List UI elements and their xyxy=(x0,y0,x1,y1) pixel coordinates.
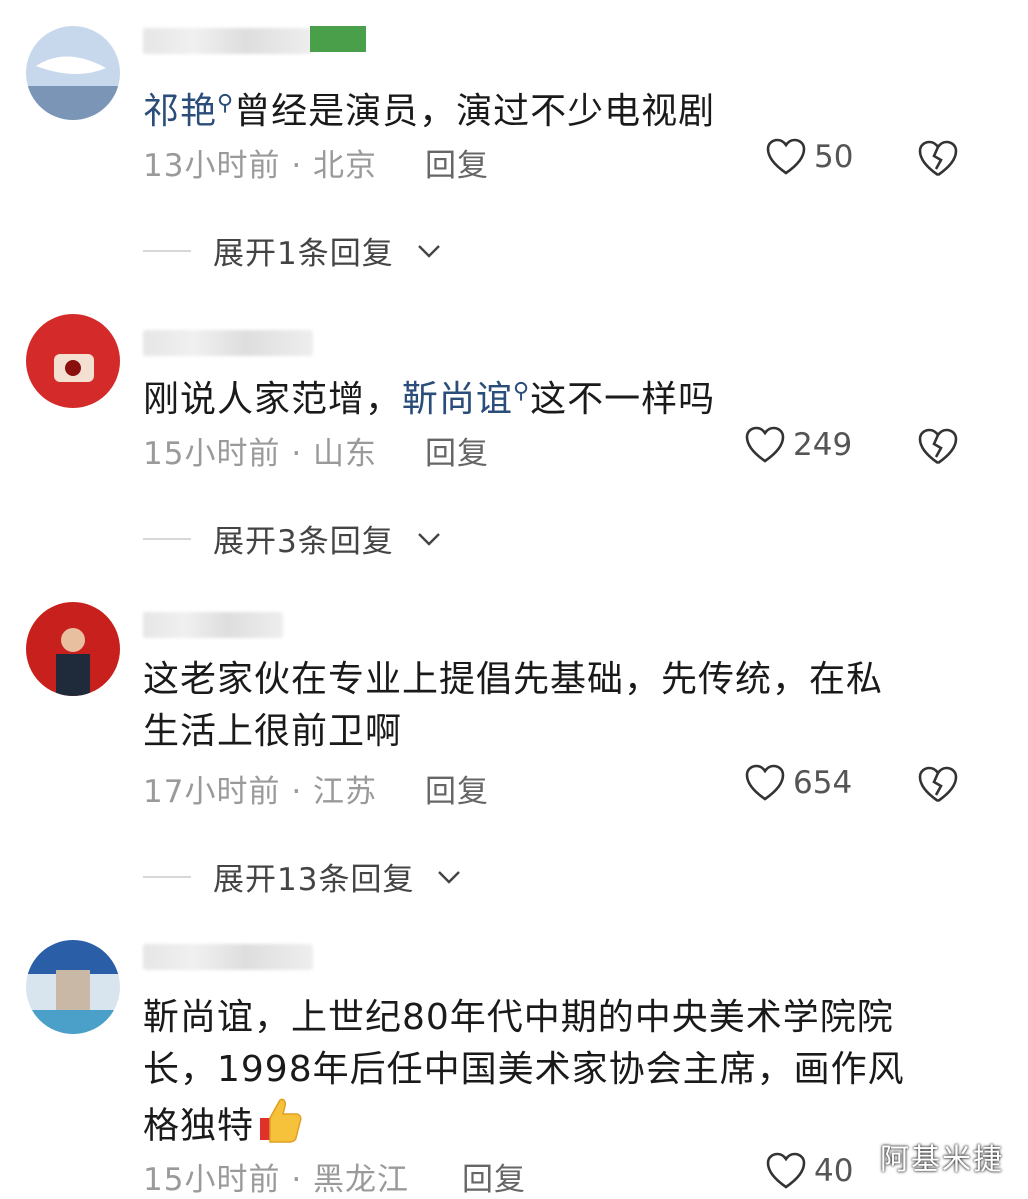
broken-heart-icon xyxy=(918,766,958,803)
like-count: 50 xyxy=(814,139,854,175)
username-redacted[interactable] xyxy=(143,28,313,54)
like-button[interactable]: 654 xyxy=(745,764,852,802)
comment-meta: 15小时前 · 山东 xyxy=(143,436,378,472)
broken-heart-icon xyxy=(918,140,958,177)
chevron-down-icon xyxy=(417,244,440,258)
comment-text: 刚说人家范增，靳尚谊⚲这不一样吗 xyxy=(143,379,716,420)
comment-meta: 13小时前 · 北京 xyxy=(143,148,378,184)
user-mention[interactable]: 祁艳 xyxy=(143,91,217,132)
comment-text: 这老家伙在专业上提倡先基础，先传统，在私 生活上很前卫啊 xyxy=(143,659,884,752)
comment-location: 山东 xyxy=(313,436,378,472)
expand-replies[interactable]: 展开13条回复 xyxy=(143,854,462,899)
comment-time: 15小时前 xyxy=(143,436,281,472)
avatar[interactable] xyxy=(26,314,120,408)
heart-outline-icon xyxy=(766,1152,806,1189)
like-button[interactable]: 40 xyxy=(766,1152,853,1190)
avatar[interactable] xyxy=(26,26,120,120)
dislike-button[interactable] xyxy=(918,140,958,182)
heart-outline-icon xyxy=(766,138,806,175)
reply-button[interactable]: 回复 xyxy=(425,766,489,811)
expand-label: 展开3条回复 xyxy=(213,524,394,560)
broken-heart-icon xyxy=(918,428,958,465)
avatar[interactable] xyxy=(26,602,120,696)
chevron-down-icon xyxy=(438,870,461,884)
comment-text: 祁艳⚲曾经是演员，演过不少电视剧 xyxy=(143,91,716,132)
dislike-button[interactable] xyxy=(918,428,958,470)
chevron-down-icon xyxy=(417,532,440,546)
comment-location: 北京 xyxy=(313,148,378,184)
comment-time: 17小时前 xyxy=(143,774,281,810)
expand-label: 展开13条回复 xyxy=(213,862,415,898)
comment-time: 13小时前 xyxy=(143,148,281,184)
divider xyxy=(143,537,191,540)
username-redacted[interactable] xyxy=(143,330,313,356)
reply-button[interactable]: 回复 xyxy=(425,428,489,473)
like-count: 249 xyxy=(793,427,853,463)
dislike-button[interactable] xyxy=(918,766,958,808)
username-redacted[interactable] xyxy=(143,612,283,638)
comment-time: 15小时前 xyxy=(143,1162,281,1198)
expand-replies[interactable]: 展开3条回复 xyxy=(143,516,442,561)
username-redacted[interactable] xyxy=(143,944,313,970)
heart-outline-icon xyxy=(745,764,785,801)
thumbs-up-emoji xyxy=(254,1096,304,1159)
heart-outline-icon xyxy=(745,426,785,463)
comment-meta: 15小时前 · 黑龙江 xyxy=(143,1162,410,1198)
search-icon[interactable]: ⚲ xyxy=(217,91,234,116)
like-count: 40 xyxy=(814,1153,854,1189)
expand-replies[interactable]: 展开1条回复 xyxy=(143,228,442,273)
expand-label: 展开1条回复 xyxy=(213,236,394,272)
search-icon[interactable]: ⚲ xyxy=(513,379,530,404)
avatar[interactable] xyxy=(26,940,120,1034)
comment-meta: 17小时前 · 江苏 xyxy=(143,774,378,810)
divider xyxy=(143,249,191,252)
like-button[interactable]: 249 xyxy=(745,426,852,464)
user-mention[interactable]: 靳尚谊 xyxy=(402,379,513,420)
reply-button[interactable]: 回复 xyxy=(425,140,489,185)
comment-location: 江苏 xyxy=(313,774,378,810)
username-badge xyxy=(310,26,366,52)
comment-text: 靳尚谊，上世纪80年代中期的中央美术学院院 长，1998年后任中国美术家协会主席… xyxy=(143,992,963,1159)
like-count: 654 xyxy=(793,765,853,801)
watermark: 阿基米捷 xyxy=(880,1142,1005,1176)
comment-location: 黑龙江 xyxy=(313,1162,410,1198)
reply-button[interactable]: 回复 xyxy=(462,1154,526,1199)
like-button[interactable]: 50 xyxy=(766,138,853,176)
divider xyxy=(143,875,191,878)
